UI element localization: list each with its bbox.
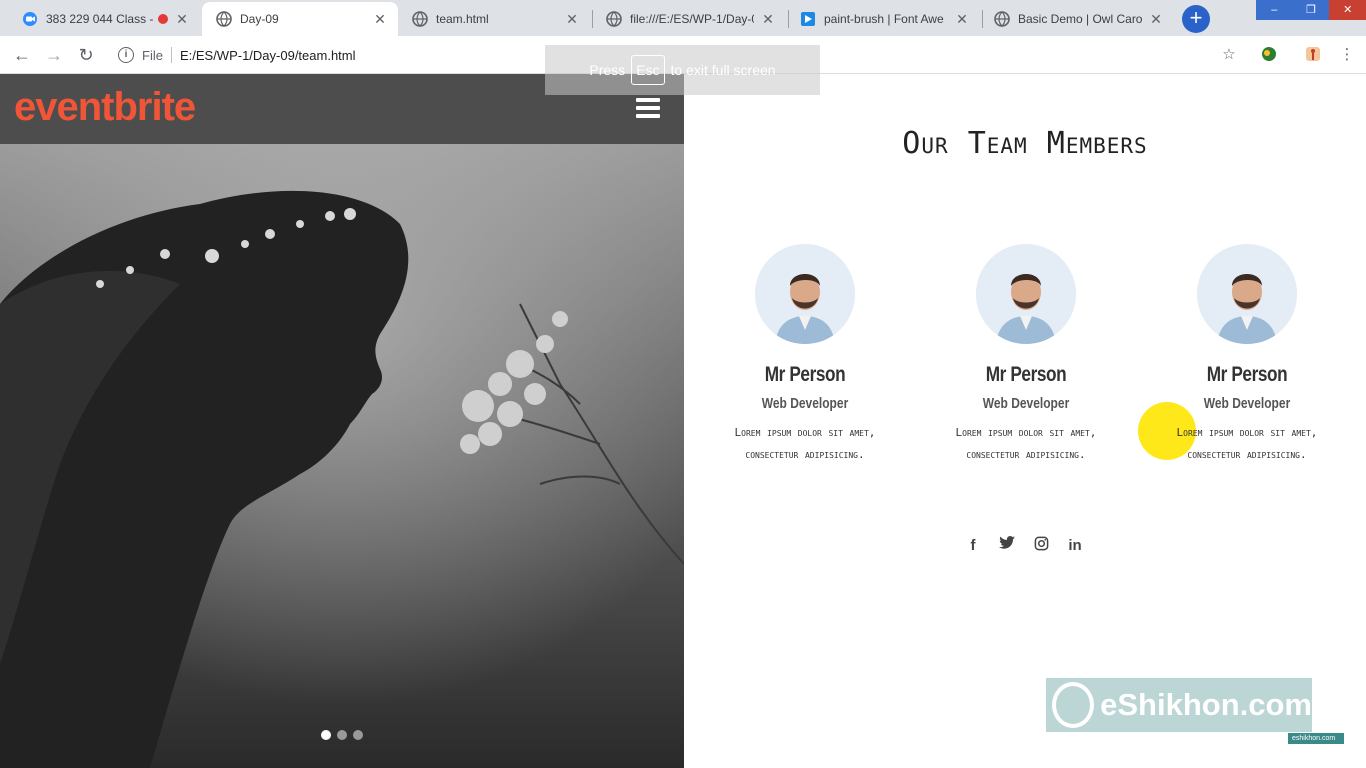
fontawesome-icon xyxy=(801,12,815,26)
url-text: E:/ES/WP-1/Day-09/team.html xyxy=(179,47,356,63)
member-desc: Lorem ipsum dolor sit amet, consectetur … xyxy=(1147,422,1347,466)
globe-icon xyxy=(606,11,622,27)
team-member-card: Mr Person Web Developer Lorem ipsum dolo… xyxy=(926,244,1126,466)
team-heading: Our Team Members xyxy=(902,126,1148,161)
team-section: Our Team Members Mr Person Web Developer… xyxy=(684,74,1366,768)
tab-class[interactable]: 383 229 044 Class - ✕ xyxy=(8,2,200,36)
avatar xyxy=(1197,244,1297,344)
banner-rest: to exit full screen xyxy=(670,62,776,78)
close-icon[interactable]: ✕ xyxy=(174,11,190,28)
member-name: Mr Person xyxy=(764,363,846,386)
instagram-icon[interactable] xyxy=(1032,536,1050,556)
member-desc-line: Lorem ipsum dolor sit amet, xyxy=(734,426,876,439)
member-desc: Lorem ipsum dolor sit amet, consectetur … xyxy=(705,422,905,466)
menu-kebab-icon[interactable]: ⋮ xyxy=(1338,46,1356,64)
close-icon[interactable]: ✕ xyxy=(954,11,970,28)
reload-icon[interactable]: ↻ xyxy=(76,45,96,65)
carousel-dot[interactable] xyxy=(337,730,347,740)
tab-owl[interactable]: Basic Demo | Owl Carou ✕ xyxy=(980,2,1174,36)
avatar xyxy=(976,244,1076,344)
team-member-card: Mr Person Web Developer Lorem ipsum dolo… xyxy=(705,244,905,466)
recording-icon xyxy=(158,14,168,24)
twitter-icon[interactable] xyxy=(998,536,1016,556)
member-name: Mr Person xyxy=(985,363,1067,386)
info-icon[interactable]: i xyxy=(118,47,134,63)
member-desc-line: consectetur adipisicing. xyxy=(745,448,865,461)
hamburger-menu-icon[interactable] xyxy=(636,98,660,120)
carousel-dot[interactable] xyxy=(353,730,363,740)
globe-icon xyxy=(412,11,428,27)
close-icon[interactable]: ✕ xyxy=(760,11,776,28)
window-controls: ‒ ❐ ✕ xyxy=(1256,0,1366,20)
tab-title: file:///E:/ES/WP-1/Day-0 xyxy=(630,12,754,26)
tab-strip: 383 229 044 Class - ✕ Day-09 ✕ team.html… xyxy=(0,0,1366,36)
member-desc-line: consectetur adipisicing. xyxy=(1187,448,1307,461)
file-label: File xyxy=(142,47,163,63)
tab-title: Basic Demo | Owl Carou xyxy=(1018,12,1142,26)
banner-press: Press xyxy=(589,62,626,78)
tab-title: paint-brush | Font Awe xyxy=(824,12,944,26)
close-window-icon[interactable]: ✕ xyxy=(1329,0,1366,20)
restore-icon[interactable]: ❐ xyxy=(1292,0,1330,20)
member-name: Mr Person xyxy=(1206,363,1288,386)
zoom-icon xyxy=(23,12,37,26)
tab-file[interactable]: file:///E:/ES/WP-1/Day-0 ✕ xyxy=(592,2,786,36)
tab-fontawesome[interactable]: paint-brush | Font Awe ✕ xyxy=(786,2,980,36)
hero-image xyxy=(0,144,684,768)
globe-icon xyxy=(216,11,232,27)
hero-section: eventbrite xyxy=(0,74,684,768)
watermark-text: eShikhon.com xyxy=(1100,687,1312,722)
member-desc-line: Lorem ipsum dolor sit amet, xyxy=(1176,426,1318,439)
extension-icon[interactable] xyxy=(1260,46,1278,64)
profile-icon[interactable] xyxy=(1304,46,1322,64)
tab-title: Day-09 xyxy=(240,12,279,26)
banner-key: Esc xyxy=(631,55,665,85)
team-member-card: Mr Person Web Developer Lorem ipsum dolo… xyxy=(1147,244,1347,466)
fullscreen-banner: Press Esc to exit full screen xyxy=(545,45,820,95)
tab-team[interactable]: team.html ✕ xyxy=(398,2,590,36)
back-icon[interactable]: ← xyxy=(12,45,32,65)
carousel-dots xyxy=(321,730,363,740)
omnibox-separator xyxy=(170,47,172,63)
close-icon[interactable]: ✕ xyxy=(1148,11,1164,28)
watermark: eShikhon.com xyxy=(1046,678,1312,732)
minimize-icon[interactable]: ‒ xyxy=(1256,0,1293,20)
watermark-small: eshikhon.com xyxy=(1288,733,1344,744)
close-icon[interactable]: ✕ xyxy=(564,11,580,28)
tab-day09[interactable]: Day-09 ✕ xyxy=(202,2,398,36)
close-icon[interactable]: ✕ xyxy=(372,11,388,28)
member-desc-line: consectetur adipisicing. xyxy=(966,448,1086,461)
carousel-dot[interactable] xyxy=(321,730,331,740)
site-logo[interactable]: eventbrite xyxy=(14,85,196,130)
tab-title: team.html xyxy=(436,12,489,26)
member-desc-line: Lorem ipsum dolor sit amet, xyxy=(955,426,1097,439)
star-icon[interactable]: ☆ xyxy=(1220,46,1238,64)
member-role: Web Developer xyxy=(982,395,1070,412)
member-desc: Lorem ipsum dolor sit amet, consectetur … xyxy=(926,422,1126,466)
forward-icon[interactable]: → xyxy=(44,45,64,65)
globe-icon xyxy=(994,11,1010,27)
eshikhon-logo-icon xyxy=(1052,682,1095,728)
new-tab-button[interactable]: + xyxy=(1182,5,1210,33)
facebook-icon[interactable]: f xyxy=(964,536,982,556)
social-links: f in xyxy=(964,536,1084,556)
linkedin-icon[interactable]: in xyxy=(1066,536,1084,556)
tab-title: 383 229 044 Class - xyxy=(46,12,154,26)
member-role: Web Developer xyxy=(761,395,849,412)
avatar xyxy=(755,244,855,344)
member-role: Web Developer xyxy=(1203,395,1291,412)
